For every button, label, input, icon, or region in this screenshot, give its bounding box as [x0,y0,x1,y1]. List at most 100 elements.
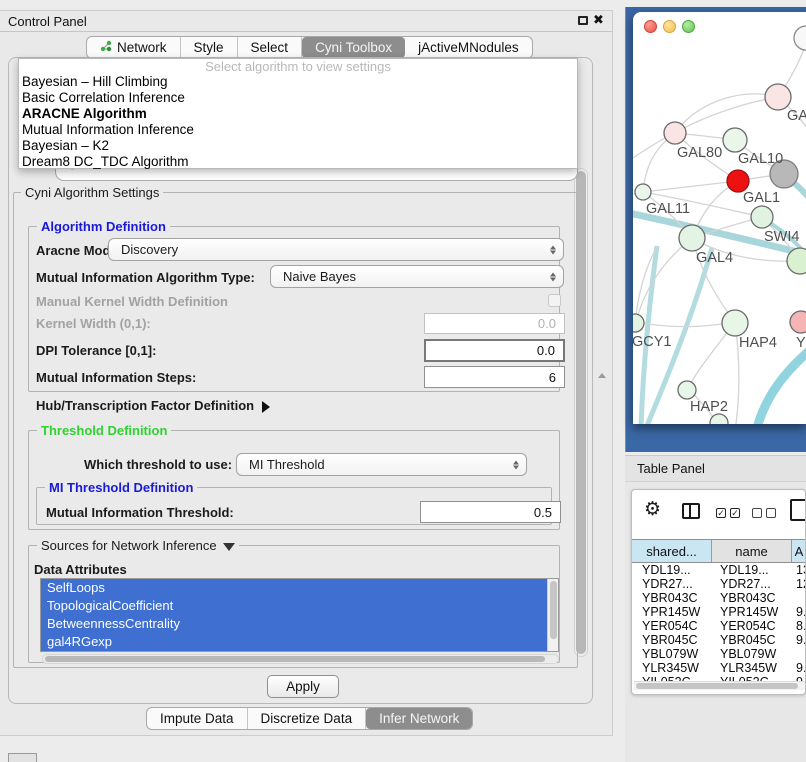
table-cell: 12 [792,577,806,591]
table-cell: YBR045C [712,633,792,647]
table-rows[interactable]: YDL19...YDL19...13YDR27...YDR27...12YBR0… [632,563,806,681]
network-node-hap4[interactable] [722,310,748,336]
algorithm-option[interactable]: Bayesian – K2 [19,138,577,154]
algorithm-dropdown-prompt: Select algorithm to view settings [19,59,577,74]
network-node[interactable] [751,206,773,228]
mi-threshold-label: Mutual Information Threshold: [46,505,234,520]
attribute-item[interactable]: gal4RGexp [41,633,547,651]
sources-group-title[interactable]: Sources for Network Inference [37,538,239,553]
tab-network[interactable]: Network [87,37,181,58]
attribute-item[interactable]: SelfLoops [41,579,547,597]
table-hscrollbar[interactable] [634,681,805,690]
mi-threshold-field[interactable]: 0.5 [420,501,561,523]
network-node-gal4[interactable] [679,225,705,251]
algorithm-option[interactable]: Basic Correlation Inference [19,90,577,106]
algorithm-option[interactable]: ARACNE Algorithm [19,106,577,122]
network-node-y[interactable] [790,311,806,333]
table-cell: YBL079W [632,647,712,661]
mi-threshold-group-title: MI Threshold Definition [45,480,197,495]
data-attributes-label: Data Attributes [34,562,127,577]
select-all-checkbox-icon[interactable]: ✓ [730,508,740,518]
network-node-hap2[interactable] [678,381,696,399]
float-window-icon[interactable] [578,16,588,25]
column-header-partial[interactable]: A [792,540,806,562]
tab-cyni-toolbox[interactable]: Cyni Toolbox [302,37,405,58]
mi-type-value: Naive Bayes [283,269,356,284]
column-header-shared-name[interactable]: shared... [632,540,712,562]
deselect-checkbox-icon[interactable] [752,508,762,518]
tab-discretize-data[interactable]: Discretize Data [248,708,367,729]
dpi-tolerance-label: DPI Tolerance [0,1]: [36,343,156,358]
tab-impute-data[interactable]: Impute Data [147,708,248,729]
network-node-gal[interactable] [765,84,791,110]
docked-panel-icon[interactable] [8,753,37,762]
table-cell: 9. [792,633,806,647]
table-row[interactable]: YPR145WYPR145W9. [632,605,806,619]
table-row[interactable]: YLR345WYLR345W9. [632,661,806,675]
table-cell: YDL19... [632,563,712,577]
network-node-swi4[interactable] [787,248,806,274]
table-row[interactable]: YBR045CYBR045C9. [632,633,806,647]
select-all-checkbox-icon[interactable]: ✓ [716,508,726,518]
table-row[interactable]: YDR27...YDR27...12 [632,577,806,591]
screenshot-root: Control Panel ✖ Network Style Select Cyn… [0,0,806,762]
table-cell: YPR145W [712,605,792,619]
network-node-gal10[interactable] [723,128,747,152]
algorithm-option[interactable]: Bayesian – Hill Climbing [19,74,577,90]
algorithm-option[interactable]: Mutual Information Inference [19,122,577,138]
control-panel-tabbar: Network Style Select Cyni Toolbox jActiv… [86,36,533,59]
network-window[interactable]: GALGAL80GAL10GAL1GAL11SWI4GAL4GCY1HAP4YH… [633,12,806,424]
data-attributes-list[interactable]: SelfLoopsTopologicalCoefficientBetweenne… [40,578,559,652]
which-threshold-label: Which threshold to use: [84,457,232,472]
expand-right-icon [262,401,270,413]
network-node-gal1[interactable] [727,170,749,192]
column-layout-icon[interactable] [682,503,700,519]
table-cell: YBR043C [632,591,712,605]
control-panel-title: Control Panel [8,14,87,29]
combo-stepper-icon [550,245,556,254]
dpi-tolerance-field[interactable]: 0.0 [424,339,565,362]
tab-jactivemnodules[interactable]: jActiveMNodules [405,37,532,58]
manual-kernel-width-checkbox[interactable] [548,294,561,307]
aracne-mode-select[interactable]: Discovery [108,238,564,261]
export-table-icon[interactable] [790,499,806,521]
which-threshold-select[interactable]: MI Threshold [236,453,527,476]
deselect-checkbox-icon[interactable] [766,508,776,518]
table-cell: YER054C [632,619,712,633]
network-node[interactable] [794,26,806,50]
attribute-list-scrollbar[interactable] [547,579,558,651]
combo-stepper-icon [550,272,556,281]
network-node-gal80[interactable] [664,122,686,144]
apply-button[interactable]: Apply [267,675,339,698]
algorithm-option[interactable]: Dream8 DC_TDC Algorithm [19,154,577,170]
panel-splitter-arrow[interactable] [598,373,606,378]
table-row[interactable]: YBL079WYBL079W [632,647,806,661]
close-icon[interactable]: ✖ [593,12,604,28]
network-canvas[interactable]: GALGAL80GAL10GAL1GAL11SWI4GAL4GCY1HAP4YH… [633,12,806,424]
table-row[interactable]: YER054CYER054C8. [632,619,806,633]
network-node-gal11[interactable] [635,184,651,200]
column-header-name[interactable]: name [712,540,792,562]
table-cell: YBR045C [632,633,712,647]
node-table-card: ⚙ ✓ ✓ shared... name A YDL19...YDL19...1… [631,489,806,695]
tab-select[interactable]: Select [238,37,303,58]
table-row[interactable]: YDL19...YDL19...13 [632,563,806,577]
network-tab-icon [100,40,112,55]
table-panel-title: Table Panel [637,461,705,476]
algorithm-dropdown-list: Bayesian – Hill ClimbingBasic Correlatio… [19,74,577,170]
attribute-item[interactable]: BetweennessCentrality [41,615,547,633]
table-cell: YDL19... [712,563,792,577]
mi-steps-field[interactable]: 6 [424,366,565,388]
tab-infer-network[interactable]: Infer Network [366,708,472,729]
hub-definition-toggle[interactable]: Hub/Transcription Factor Definition [36,398,270,413]
attribute-item[interactable]: TopologicalCoefficient [41,597,547,615]
gear-icon[interactable]: ⚙ [644,498,661,521]
network-node-gcy1[interactable] [633,314,644,332]
table-cell: 9. [792,661,806,675]
settings-hscrollbar[interactable] [42,654,559,664]
tab-style[interactable]: Style [181,37,238,58]
table-row[interactable]: YBR043CYBR043C [632,591,806,605]
combo-stepper-icon [513,460,519,469]
network-nodes[interactable] [633,26,806,424]
mi-type-select[interactable]: Naive Bayes [270,265,564,288]
